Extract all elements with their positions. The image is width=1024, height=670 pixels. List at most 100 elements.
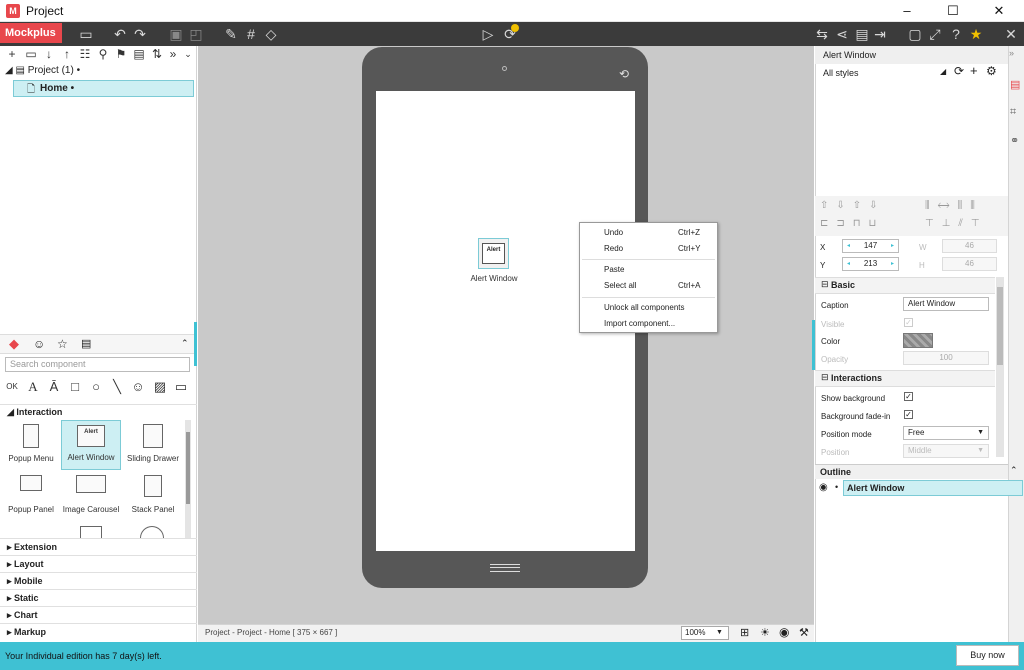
interactions-section-header[interactable]: Interactions bbox=[815, 370, 995, 387]
component-sliding-drawer[interactable]: Sliding Drawer bbox=[123, 424, 183, 463]
properties-tab-icon[interactable]: ▤ bbox=[1010, 78, 1020, 91]
emoji-tab-icon[interactable]: ☺ bbox=[33, 337, 45, 351]
menu-item-undo[interactable]: Undo bbox=[604, 228, 623, 237]
category-interaction[interactable]: ◢ Interaction bbox=[0, 404, 197, 419]
brush-icon[interactable]: ✎ bbox=[221, 24, 241, 44]
button-shape-icon[interactable]: OK bbox=[4, 379, 20, 395]
opacity-field[interactable]: 100 bbox=[903, 351, 989, 365]
collapse-box-icon[interactable]: ⊟ bbox=[821, 279, 829, 290]
image-shape-icon[interactable]: ▨ bbox=[152, 379, 168, 395]
layout-icon[interactable]: ⊞ bbox=[740, 626, 749, 639]
add-page-icon[interactable]: + bbox=[5, 46, 19, 63]
color-swatch[interactable] bbox=[903, 333, 933, 348]
category-extension[interactable]: ▸ Extension bbox=[0, 538, 197, 555]
basic-section-header[interactable]: Basic bbox=[815, 277, 995, 294]
collapse-icon[interactable]: ⌃ bbox=[1010, 465, 1018, 476]
position-select[interactable]: Middle ▼ bbox=[903, 444, 989, 458]
move-up-icon[interactable]: ↑ bbox=[60, 46, 74, 63]
panel-resize-handle[interactable] bbox=[812, 320, 815, 370]
y-field[interactable]: ◂ 213 ▸ bbox=[842, 257, 899, 271]
menu-item-unlock-all[interactable]: Unlock all components bbox=[604, 303, 684, 312]
outline-item-alert-window[interactable]: Alert Window bbox=[843, 480, 1023, 496]
h-field[interactable]: 46 bbox=[942, 257, 997, 271]
flag-icon[interactable]: ⚑ bbox=[114, 46, 128, 63]
components-tab-icon[interactable]: ◆ bbox=[9, 337, 23, 351]
component-alert-window[interactable]: Alert Alert Window bbox=[61, 420, 121, 470]
refresh-icon[interactable]: ⟳ bbox=[954, 64, 964, 78]
increment-icon[interactable]: ▸ bbox=[891, 258, 894, 270]
component-stack-panel[interactable]: Stack Panel bbox=[123, 475, 183, 514]
settings-gear-icon[interactable]: ⚙ bbox=[986, 64, 997, 78]
group-icon[interactable]: ▣ bbox=[166, 24, 186, 44]
category-static[interactable]: ▸ Static bbox=[0, 589, 197, 606]
tools-icon[interactable]: ⚒ bbox=[799, 626, 809, 639]
x-field[interactable]: ◂ 147 ▸ bbox=[842, 239, 899, 253]
visibility-eye-icon[interactable]: ◉ bbox=[819, 482, 828, 493]
play-icon[interactable]: ▷ bbox=[478, 24, 498, 44]
increment-icon[interactable]: ▸ bbox=[891, 240, 894, 252]
search-icon[interactable]: ⚲ bbox=[96, 46, 110, 63]
tree-item-project[interactable]: ◢ ▤ Project (1) • bbox=[5, 65, 80, 76]
category-markup[interactable]: ▸ Markup bbox=[0, 623, 197, 640]
search-component-input[interactable]: Search component bbox=[5, 357, 190, 372]
category-layout[interactable]: ▸ Layout bbox=[0, 555, 197, 572]
alert-window-widget[interactable]: Alert bbox=[478, 238, 509, 269]
redo-icon[interactable]: ↷ bbox=[130, 24, 150, 44]
favorite-tab-icon[interactable]: ☆ bbox=[57, 337, 68, 351]
save-icon[interactable]: ▭ bbox=[76, 24, 96, 44]
preview-eye-icon[interactable]: ◉ bbox=[779, 625, 789, 639]
panel-resize-handle[interactable] bbox=[194, 322, 197, 366]
help-icon[interactable]: ? bbox=[946, 24, 966, 44]
background-fade-checkbox[interactable]: ✓ bbox=[904, 410, 913, 419]
more-icon[interactable]: » bbox=[166, 46, 180, 63]
menu-item-paste[interactable]: Paste bbox=[604, 265, 624, 274]
caption-input[interactable]: Alert Window bbox=[903, 297, 989, 311]
share-icon[interactable]: ⋖ bbox=[832, 24, 852, 44]
window-icon[interactable]: ▢ bbox=[905, 24, 925, 44]
tree-item-home[interactable]: Home • bbox=[13, 80, 194, 97]
component-popup-panel[interactable]: Popup Panel bbox=[1, 475, 61, 514]
rotate-icon[interactable]: ⟲ bbox=[619, 67, 629, 81]
interaction-tab-icon[interactable]: ⌗ bbox=[1010, 106, 1016, 119]
fill-icon[interactable]: ◇ bbox=[261, 24, 281, 44]
decrement-icon[interactable]: ◂ bbox=[847, 258, 850, 270]
buy-now-button[interactable]: Buy now bbox=[956, 645, 1019, 666]
properties-scrollbar-thumb[interactable] bbox=[997, 287, 1003, 365]
component-scrollbar-thumb[interactable] bbox=[186, 432, 190, 504]
add-folder-icon[interactable]: ▭ bbox=[24, 46, 38, 63]
collapse-icon[interactable]: ⌄ bbox=[181, 46, 195, 63]
move-down-icon[interactable]: ↓ bbox=[42, 46, 56, 63]
fullscreen-icon[interactable]: ⤢ bbox=[925, 24, 945, 44]
exit-icon[interactable]: ⇥ bbox=[870, 24, 890, 44]
icon-shape-icon[interactable]: ☺ bbox=[130, 379, 146, 395]
brightness-icon[interactable]: ☀ bbox=[760, 626, 770, 639]
input-shape-icon[interactable]: ▭ bbox=[173, 379, 189, 395]
mockplus-menu-button[interactable]: Mockplus ▾ bbox=[0, 23, 62, 59]
sitemap-icon[interactable]: ☷ bbox=[78, 46, 92, 63]
menu-item-redo[interactable]: Redo bbox=[604, 244, 623, 253]
collapse-box-icon[interactable]: ⊟ bbox=[821, 372, 829, 383]
link-tab-icon[interactable]: ⚭ bbox=[1010, 134, 1019, 147]
dropdown-triangle-icon[interactable]: ◢ bbox=[940, 67, 946, 76]
ungroup-icon[interactable]: ◰ bbox=[186, 24, 206, 44]
circle-shape-icon[interactable]: ○ bbox=[88, 379, 104, 395]
align-icons[interactable]: ⊏⊐⊓⊔ bbox=[820, 218, 884, 229]
close-button[interactable]: ✕ bbox=[976, 0, 1022, 22]
undo-icon[interactable]: ↶ bbox=[110, 24, 130, 44]
decrement-icon[interactable]: ◂ bbox=[847, 240, 850, 252]
position-mode-select[interactable]: Free ▼ bbox=[903, 426, 989, 440]
visible-checkbox[interactable]: ✓ bbox=[904, 318, 913, 327]
category-chart[interactable]: ▸ Chart bbox=[0, 606, 197, 623]
page-icon[interactable]: ▤ bbox=[132, 46, 146, 63]
menu-item-select-all[interactable]: Select all bbox=[604, 281, 636, 290]
component-image-carousel[interactable]: Image Carousel bbox=[61, 475, 121, 514]
sort-icon[interactable]: ⇅ bbox=[150, 46, 164, 63]
star-icon[interactable]: ★ bbox=[966, 24, 986, 44]
component-popup-menu[interactable]: Popup Menu bbox=[1, 424, 61, 463]
spacing-icons[interactable]: ⊤⊥⫽⊤ bbox=[925, 218, 988, 229]
category-mobile[interactable]: ▸ Mobile bbox=[0, 572, 197, 589]
template-tab-icon[interactable]: ▤ bbox=[81, 337, 91, 350]
paragraph-shape-icon[interactable]: Ā bbox=[46, 379, 62, 395]
collapse-icon[interactable]: ⌃ bbox=[181, 338, 189, 349]
line-shape-icon[interactable]: ╲ bbox=[109, 379, 125, 395]
